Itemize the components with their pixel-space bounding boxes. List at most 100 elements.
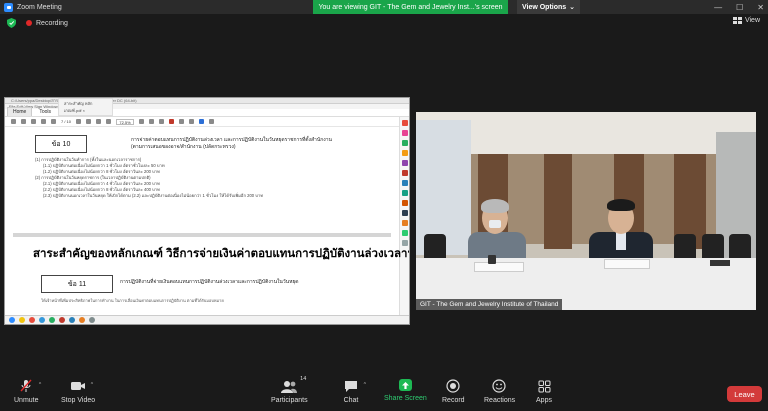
chat-button[interactable]: ^ Chat bbox=[343, 379, 366, 404]
doc-tabbar: Home Tools สาระสำคัญ หลักเกณฑ์.pdf × bbox=[5, 98, 409, 117]
combine-icon[interactable] bbox=[401, 160, 408, 166]
maximize-icon[interactable]: ☐ bbox=[736, 3, 743, 12]
send-icon[interactable] bbox=[401, 220, 408, 226]
clause-10-title-2: (ตามการเสนอของอาจ/สำนักงาน (ปลัดกระทรวง) bbox=[131, 144, 236, 150]
share-screen-label: Share Screen bbox=[384, 395, 427, 402]
chat-label: Chat bbox=[343, 397, 359, 404]
clause-11-box: ข้อ 11 bbox=[41, 275, 113, 293]
stop-video-label: Stop Video bbox=[61, 397, 96, 404]
record-label: Record bbox=[442, 397, 465, 404]
page-up-icon[interactable] bbox=[41, 119, 46, 124]
participants-icon: 14 bbox=[281, 376, 306, 393]
zoom-logo-icon bbox=[4, 2, 13, 12]
clause-10-label: ข้อ 10 bbox=[51, 140, 71, 148]
stamp-icon[interactable] bbox=[189, 119, 195, 124]
print-icon[interactable] bbox=[21, 119, 26, 124]
unmute-label: Unmute bbox=[14, 397, 39, 404]
page-indicator: 7 / 10 bbox=[61, 119, 72, 124]
page-divider bbox=[13, 233, 391, 237]
excel-icon[interactable] bbox=[49, 317, 55, 323]
unmute-button[interactable]: ^ Unmute bbox=[14, 379, 41, 404]
highlight-icon[interactable] bbox=[159, 119, 165, 124]
viewing-share-banner: You are viewing GIT - The Gem and Jewelr… bbox=[313, 0, 508, 14]
create-pdf-icon[interactable] bbox=[401, 130, 408, 136]
edit-pdf-icon[interactable] bbox=[401, 140, 408, 146]
shared-screen-document[interactable]: C:/Users/ppa/Desktop/สาระสำคัญ... Adobe … bbox=[4, 97, 410, 325]
participants-button[interactable]: 14 Participants bbox=[271, 376, 308, 404]
search-icon[interactable] bbox=[31, 119, 36, 124]
more-tools-icon[interactable] bbox=[401, 210, 408, 216]
stop-video-button[interactable]: ^ Stop Video bbox=[61, 379, 95, 404]
view-button[interactable]: View bbox=[732, 17, 760, 24]
document-heading: สาระสำคัญของหลักเกณฑ์ วิธีการจ่ายเงินค่า… bbox=[33, 248, 410, 260]
clause-10-title-1: การจ่ายค่าตอบแทนการปฏิบัติงานล่วงเวลา แล… bbox=[131, 137, 332, 143]
apps-button[interactable]: Apps bbox=[536, 379, 552, 404]
window-title: Zoom Meeting bbox=[17, 3, 62, 11]
video-microphone bbox=[710, 260, 730, 266]
shield-icon[interactable] bbox=[7, 18, 16, 28]
view-label: View bbox=[744, 17, 760, 24]
chevron-down-icon: ⌄ bbox=[569, 4, 576, 11]
participants-label: Participants bbox=[271, 397, 308, 404]
doc-tab-file[interactable]: สาระสำคัญ หลักเกณฑ์.pdf × bbox=[58, 98, 114, 116]
chat-bubble-icon: ^ bbox=[343, 379, 366, 393]
zoom-level[interactable]: 72.5% bbox=[116, 118, 135, 125]
minimize-icon[interactable]: — bbox=[714, 3, 722, 12]
scan-icon[interactable] bbox=[401, 230, 408, 236]
cursor-icon[interactable] bbox=[76, 119, 82, 124]
zoom-in-icon[interactable] bbox=[106, 119, 112, 124]
recording-indicator[interactable]: Recording bbox=[26, 20, 68, 27]
doc-page: ข้อ 10 การจ่ายค่าตอบแทนการปฏิบัติงานล่วง… bbox=[13, 127, 409, 324]
organize-icon[interactable] bbox=[401, 170, 408, 176]
reactions-button[interactable]: Reactions bbox=[484, 379, 515, 404]
recording-dot-icon bbox=[26, 20, 32, 26]
video-microphone bbox=[488, 255, 496, 264]
close-icon[interactable]: ✕ bbox=[757, 3, 764, 12]
export-pdf-icon[interactable] bbox=[401, 120, 408, 126]
zoom-out-icon[interactable] bbox=[96, 119, 102, 124]
windows-start-icon[interactable] bbox=[9, 317, 15, 323]
sign-icon[interactable] bbox=[209, 119, 215, 124]
zoom-taskbar-icon[interactable] bbox=[89, 317, 95, 323]
chevron-up-icon[interactable]: ^ bbox=[91, 382, 93, 388]
share-icon[interactable] bbox=[199, 119, 205, 124]
video-wood-panel bbox=[544, 154, 572, 249]
chrome-icon[interactable] bbox=[79, 317, 85, 323]
page-down-icon[interactable] bbox=[51, 119, 56, 124]
view-options-button[interactable]: View Options ⌄ bbox=[517, 0, 580, 14]
apps-label: Apps bbox=[536, 397, 552, 404]
doc-tab-tools[interactable]: Tools bbox=[34, 108, 56, 116]
chevron-up-icon[interactable]: ^ bbox=[39, 382, 41, 388]
protect-icon[interactable] bbox=[401, 190, 408, 196]
fill-sign-icon[interactable] bbox=[401, 200, 408, 206]
word-icon[interactable] bbox=[69, 317, 75, 323]
chevron-up-icon[interactable]: ^ bbox=[364, 382, 366, 388]
comment-icon[interactable] bbox=[149, 119, 155, 124]
hand-icon[interactable] bbox=[86, 119, 92, 124]
end-meeting-button[interactable]: Leave bbox=[727, 386, 762, 402]
video-papers bbox=[474, 262, 524, 272]
redact-icon[interactable] bbox=[401, 180, 408, 186]
share-screen-icon bbox=[398, 379, 412, 391]
microphone-muted-icon: ^ bbox=[18, 379, 41, 393]
clause-11-title: การปฏิบัติงานที่จ่ายเงินตอบแทนการปฏิบัติ… bbox=[120, 279, 299, 285]
shared-taskbar bbox=[5, 315, 409, 324]
share-screen-button[interactable]: Share Screen bbox=[384, 379, 427, 402]
smiley-plus-icon bbox=[492, 379, 508, 393]
text-icon[interactable] bbox=[179, 119, 185, 124]
doc-tools-sidebar bbox=[399, 117, 409, 324]
edge-icon[interactable] bbox=[39, 317, 45, 323]
comment-tool-icon[interactable] bbox=[401, 150, 408, 156]
bookmark-icon[interactable] bbox=[11, 119, 16, 124]
apps-icon bbox=[536, 379, 552, 393]
fit-page-icon[interactable] bbox=[139, 119, 145, 124]
doc-tab-home[interactable]: Home bbox=[7, 107, 33, 116]
participant-video[interactable] bbox=[416, 112, 756, 310]
file-explorer-icon[interactable] bbox=[19, 317, 25, 323]
pen-icon[interactable] bbox=[169, 119, 175, 124]
video-camera-icon: ^ bbox=[70, 379, 93, 393]
acrobat-icon[interactable] bbox=[29, 317, 35, 323]
recording-label: Recording bbox=[36, 19, 68, 27]
record-button[interactable]: Record bbox=[442, 379, 465, 404]
powerpoint-icon[interactable] bbox=[59, 317, 65, 323]
